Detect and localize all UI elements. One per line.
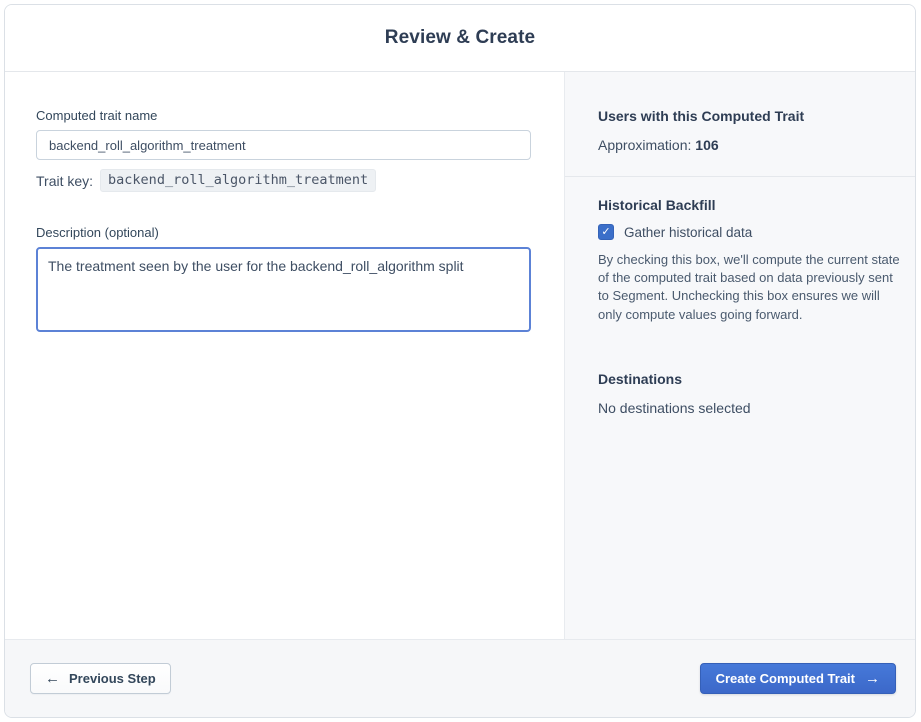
destinations-empty-state: No destinations selected <box>598 399 751 416</box>
section-divider <box>565 176 915 177</box>
backfill-description: By checking this box, we'll compute the … <box>598 252 900 322</box>
users-with-trait-heading: Users with this Computed Trait <box>598 108 805 124</box>
gather-historical-data-checkbox[interactable]: ✓ <box>598 224 614 240</box>
trait-key-row: Trait key: backend_roll_algorithm_treatm… <box>36 169 532 192</box>
create-computed-trait-button[interactable]: Create Computed Trait → <box>699 663 896 694</box>
back-arrow-icon: ← <box>45 670 60 687</box>
gather-historical-data-label: Gather historical data <box>624 224 753 240</box>
previous-step-button[interactable]: ← Previous Step <box>30 663 171 694</box>
historical-backfill-heading: Historical Backfill <box>598 197 716 213</box>
summary-panel: Users with this Computed Trait Approxima… <box>564 72 915 639</box>
review-create-modal: Review & Create Computed trait name Trai… <box>4 4 916 718</box>
checkmark-icon: ✓ <box>601 226 611 238</box>
modal-content: Computed trait name Trait key: backend_r… <box>5 72 915 639</box>
previous-step-label: Previous Step <box>69 671 156 686</box>
destinations-heading: Destinations <box>598 370 683 387</box>
computed-trait-name-label: Computed trait name <box>36 108 158 123</box>
computed-trait-name-input[interactable] <box>36 130 531 160</box>
description-label: Description (optional) <box>36 225 159 240</box>
approximation-label: Approximation: <box>598 137 696 153</box>
gather-historical-data-row: ✓ Gather historical data <box>598 224 906 240</box>
approximation-line: Approximation: 106 <box>598 137 906 153</box>
modal-footer: ← Previous Step Create Computed Trait → <box>5 639 915 717</box>
approximation-value: 106 <box>695 137 719 153</box>
page-title: Review & Create <box>384 27 536 48</box>
trait-form-panel: Computed trait name Trait key: backend_r… <box>5 72 564 639</box>
trait-key-value-badge: backend_roll_algorithm_treatment <box>100 169 377 192</box>
modal-header: Review & Create <box>5 5 915 72</box>
forward-arrow-icon: → <box>865 670 880 687</box>
description-textarea[interactable]: The treatment seen by the user for the b… <box>36 247 531 332</box>
create-computed-trait-label: Create Computed Trait <box>715 671 855 686</box>
trait-key-label: Trait key: <box>36 172 94 189</box>
